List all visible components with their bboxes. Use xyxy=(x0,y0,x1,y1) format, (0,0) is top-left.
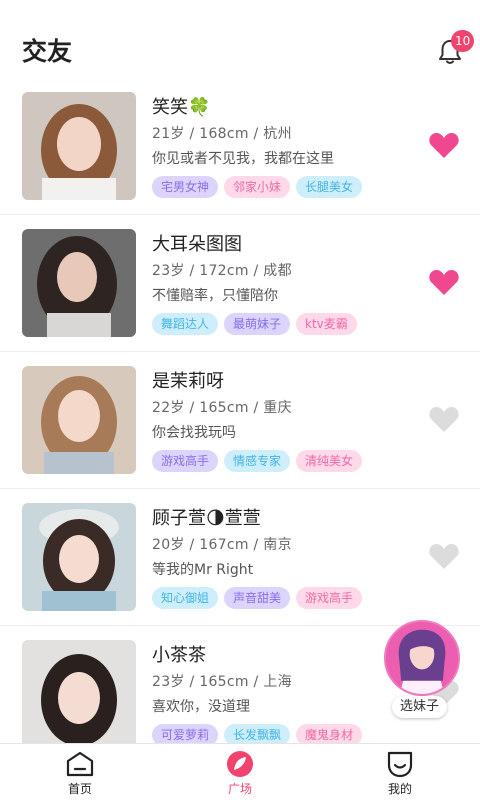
avatar[interactable] xyxy=(22,92,136,200)
tab-profile[interactable]: 我的 xyxy=(360,750,440,800)
tag-list: 舞蹈达人 最萌妹子 ktv麦霸 xyxy=(152,313,357,335)
tag: 游戏高手 xyxy=(296,587,363,609)
list-item[interactable]: 大耳朵图图 23岁 / 172cm / 成都 不懂赔率，只懂陪你 舞蹈达人 最萌… xyxy=(0,215,480,352)
user-bio: 不懂赔率，只懂陪你 xyxy=(152,288,278,304)
tag: 清纯美女 xyxy=(296,450,363,472)
avatar[interactable] xyxy=(22,229,136,337)
list-item[interactable]: 是茉莉呀 22岁 / 165cm / 重庆 你会找我玩吗 游戏高手 情感专家 清… xyxy=(0,352,480,489)
user-name: 大耳朵图图 xyxy=(152,234,242,255)
tag: 声音甜美 xyxy=(224,587,291,609)
user-name: 顾子萱🌗萱萱 xyxy=(152,508,261,529)
notification-badge: 10 xyxy=(451,30,475,52)
tag: 游戏高手 xyxy=(152,450,219,472)
avatar[interactable] xyxy=(22,503,136,611)
tab-plaza[interactable]: 广场 xyxy=(200,750,280,800)
tag: 魔鬼身材 xyxy=(296,724,363,743)
tab-label: 我的 xyxy=(387,782,412,796)
tag: 宅男女神 xyxy=(152,176,219,198)
heart-icon[interactable] xyxy=(428,267,460,297)
tag: ktv麦霸 xyxy=(296,313,357,335)
pick-girl-label: 选妹子 xyxy=(392,696,448,718)
user-bio: 等我的Mr Right xyxy=(152,562,254,578)
tag: 最萌妹子 xyxy=(224,313,291,335)
user-name: 是茉莉呀 xyxy=(152,371,224,392)
user-meta: 22岁 / 165cm / 重庆 xyxy=(152,400,292,416)
tag-list: 可爱萝莉 长发飘飘 魔鬼身材 xyxy=(152,724,363,743)
tab-label: 首页 xyxy=(67,782,92,796)
tab-label: 广场 xyxy=(227,782,252,796)
tab-bar: 首页 广场 我的 xyxy=(0,743,480,800)
heart-icon[interactable] xyxy=(428,130,460,160)
avatar[interactable] xyxy=(22,366,136,474)
tag: 长发飘飘 xyxy=(224,724,291,743)
tag: 可爱萝莉 xyxy=(152,724,219,743)
list-item[interactable]: 笑笑🍀 21岁 / 168cm / 杭州 你见或者不见我，我都在这里 宅男女神 … xyxy=(0,78,480,215)
tag-list: 游戏高手 情感专家 清纯美女 xyxy=(152,450,363,472)
tag-list: 宅男女神 邻家小妹 长腿美女 xyxy=(152,176,363,198)
tag: 舞蹈达人 xyxy=(152,313,219,335)
tag: 知心御姐 xyxy=(152,587,219,609)
tab-home[interactable]: 首页 xyxy=(40,750,120,800)
user-name: 笑笑🍀 xyxy=(152,97,211,118)
heart-icon[interactable] xyxy=(428,541,460,571)
heart-icon[interactable] xyxy=(428,404,460,434)
user-bio: 喜欢你，没道理 xyxy=(152,699,250,715)
home-icon xyxy=(66,751,94,777)
tag: 长腿美女 xyxy=(296,176,363,198)
tag: 情感专家 xyxy=(224,450,291,472)
user-meta: 23岁 / 172cm / 成都 xyxy=(152,263,292,279)
header: 交友 10 xyxy=(0,0,480,88)
page-title: 交友 xyxy=(22,37,73,66)
tag-list: 知心御姐 声音甜美 游戏高手 xyxy=(152,587,363,609)
user-meta: 21岁 / 168cm / 杭州 xyxy=(152,126,292,142)
user-bio: 你见或者不见我，我都在这里 xyxy=(152,151,334,167)
user-meta: 20岁 / 167cm / 南京 xyxy=(152,537,292,553)
user-bio: 你会找我玩吗 xyxy=(152,425,236,441)
plaza-icon xyxy=(227,751,253,777)
user-meta: 23岁 / 165cm / 上海 xyxy=(152,674,292,690)
profile-icon xyxy=(387,751,413,778)
tag: 邻家小妹 xyxy=(224,176,291,198)
user-name: 小茶茶 xyxy=(152,645,206,666)
girl-avatar-icon xyxy=(384,620,460,696)
list-item[interactable]: 顾子萱🌗萱萱 20岁 / 167cm / 南京 等我的Mr Right 知心御姐… xyxy=(0,489,480,626)
avatar[interactable] xyxy=(22,640,136,743)
pick-girl-button[interactable]: 选妹子 xyxy=(382,618,462,718)
